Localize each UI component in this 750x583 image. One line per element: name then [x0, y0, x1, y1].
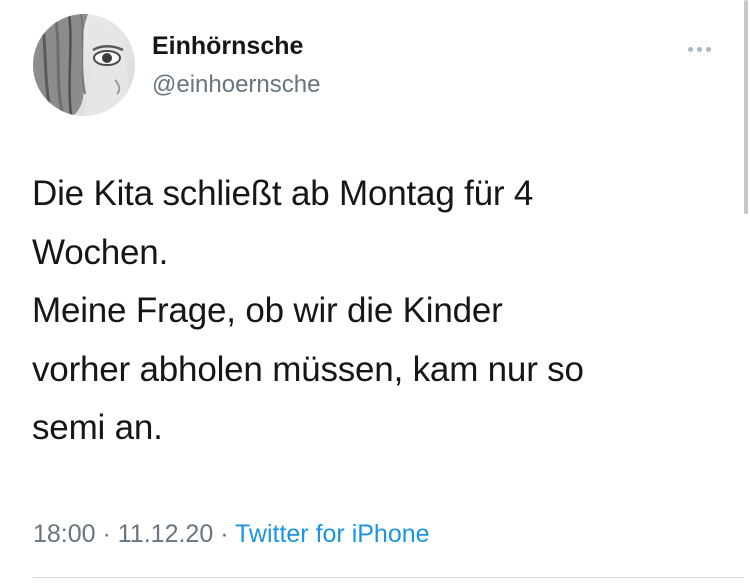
more-dot [696, 46, 702, 52]
tweet-text-line: Wochen. [32, 232, 169, 272]
tweet-date[interactable]: 11.12.20 [118, 520, 213, 548]
profile-photo [33, 14, 135, 116]
tweet-time: 18:00 [33, 520, 96, 548]
avatar[interactable] [33, 14, 135, 116]
tweet-card: Einhörnsche @einhoernsche Die Kita schli… [0, 0, 750, 583]
tweet-meta: 18:00 · 11.12.20 · Twitter for iPhone [33, 520, 430, 549]
divider [33, 577, 744, 578]
tweet-text-line: Meine Frage, ob wir die Kinder [32, 291, 503, 330]
more-dot [705, 46, 711, 52]
author-name[interactable]: Einhörnsche [152, 32, 303, 61]
author-handle[interactable]: @einhoernsche [152, 71, 320, 99]
meta-separator: · [95, 520, 118, 548]
scrollbar[interactable] [744, 0, 748, 214]
tweet-text-line: Die Kita schließt ab Montag für 4 [32, 174, 534, 213]
tweet-text-line: semi an. [32, 408, 163, 447]
tweet-source-link[interactable]: Twitter for iPhone [235, 520, 430, 548]
meta-separator: · [213, 520, 236, 548]
tweet-text-line: vorher abholen müssen, kam nur so [32, 349, 584, 389]
tweet-text: Die Kita schließt ab Montag für 4 Wochen… [32, 165, 722, 458]
more-dot [687, 46, 693, 52]
more-options-icon[interactable] [681, 38, 717, 60]
